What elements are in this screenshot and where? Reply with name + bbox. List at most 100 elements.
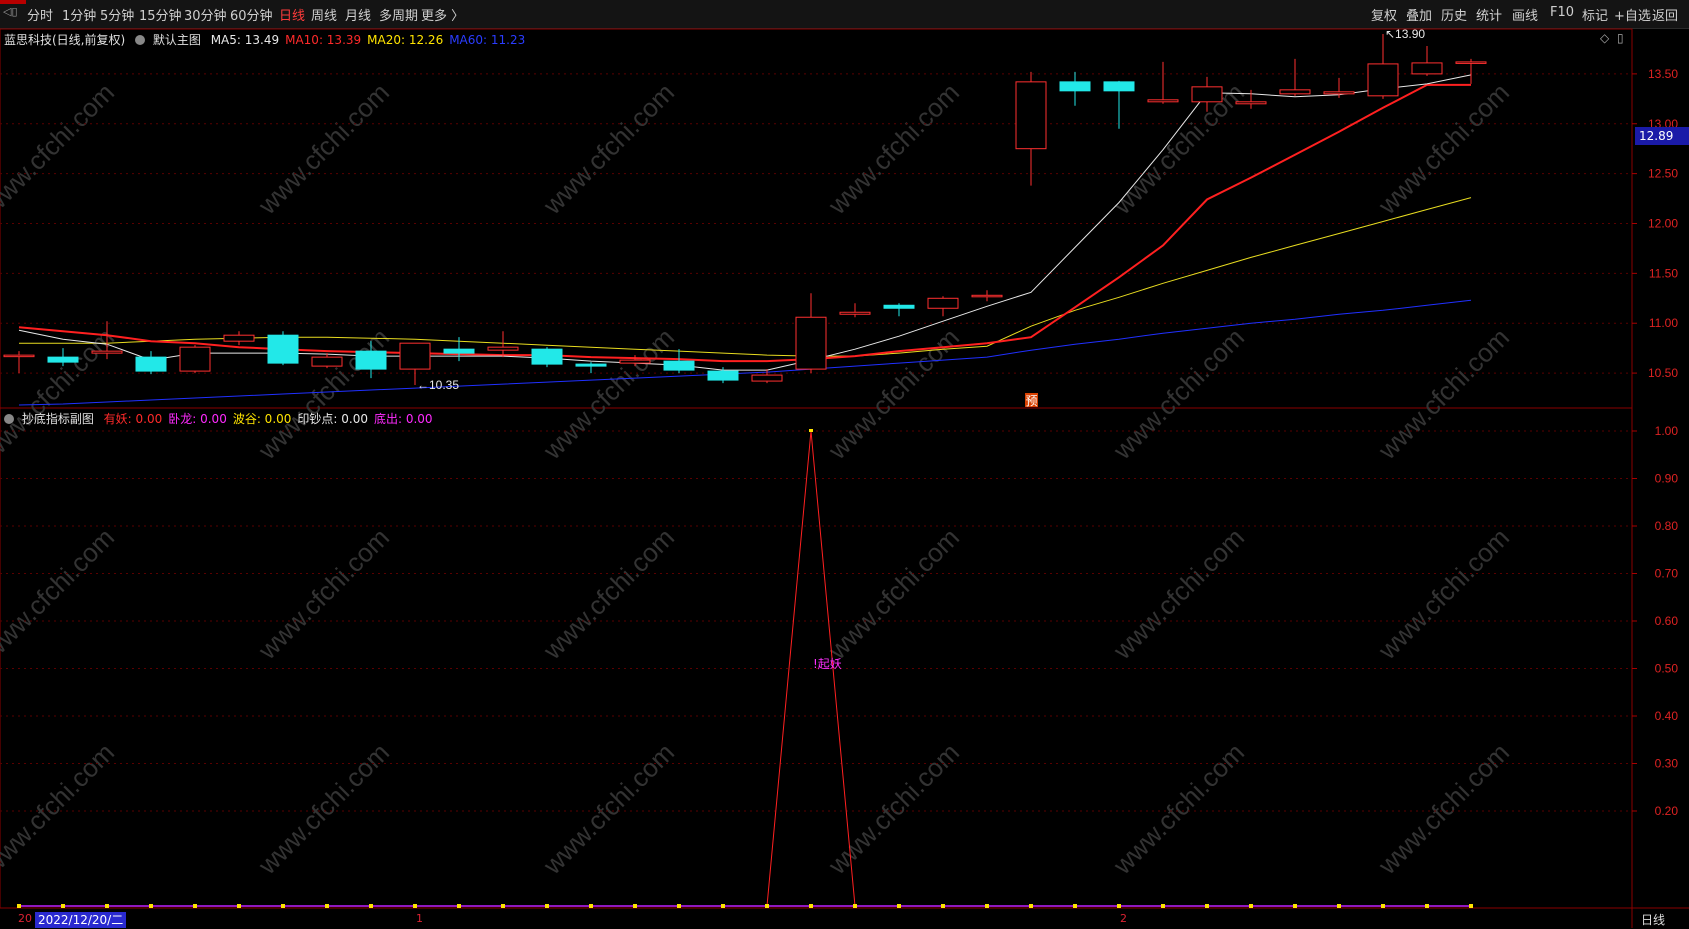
candle-body [311,356,343,367]
indicator-point [1425,904,1429,908]
watermark-text: www.cfchi.com [1372,77,1515,220]
watermark-text: www.cfchi.com [1372,737,1515,880]
candle-body [575,363,607,367]
candle-body [883,304,915,309]
collapse-icon[interactable] [135,35,146,45]
candle-body [135,356,167,372]
candle-body [267,334,299,364]
sub-legend: 抄底指标副图 有妖: 0.00 卧龙: 0.00 波谷: 0.00 印钞点: 0.00… [4,410,433,427]
watermark-text: www.cfchi.com [252,522,395,665]
indicator-point [545,904,549,908]
chart-name[interactable]: 默认主图 [153,33,201,47]
y-axis-tick-label: 13.50 [1648,67,1678,81]
watermark-text: www.cfchi.com [0,522,120,665]
indicator-value: 波谷: 0.00 [232,412,292,426]
indicator-point [105,904,109,908]
indicator-value: 底出: 0.00 [373,412,433,426]
indicator-point [1381,904,1385,908]
candle-body [355,350,387,370]
indicator-name[interactable]: 抄底指标副图 [22,412,94,426]
ma-legend: MA5: 13.49 MA10: 13.39 MA20: 12.26 MA60: 11… [205,33,526,47]
cursor-date: 2022/12/20/二 [35,912,127,928]
indicator-point [1029,904,1033,908]
indicator-point [281,904,285,908]
collapse-icon[interactable] [4,414,14,424]
y-axis-tick-label: 0.60 [1655,614,1679,628]
indicator-value: 印钞点: 0.00 [297,412,368,426]
indicator-point [325,904,329,908]
watermark-text: www.cfchi.com [1372,322,1515,465]
stock-title[interactable]: 蓝思科技(日线,前复权) [4,33,125,47]
y-axis-tick-label: 1.00 [1655,424,1679,438]
x-axis-month-mark: 1 [416,912,423,925]
candle-body [179,346,211,372]
candle-body [839,311,871,315]
forecast-marker: 预 [1025,394,1037,408]
indicator-point [897,904,901,908]
candle-body [1323,91,1355,95]
diamond-icon[interactable]: ◇ [1600,31,1609,45]
candle-body [91,350,123,354]
y-axis-tick-label: 0.50 [1655,662,1679,676]
candle-body [795,316,827,370]
candle-body [47,356,79,363]
indicator-point [237,904,241,908]
x-axis-first-label: 20 [18,912,32,925]
indicator-value: 有妖: 0.00 [103,412,163,426]
watermark-text: www.cfchi.com [822,522,965,665]
indicator-point [457,904,461,908]
indicator-point [1293,904,1297,908]
indicator-point [941,904,945,908]
y-axis-tick-label: 0.30 [1655,757,1679,771]
indicator-point [413,904,417,908]
y-axis-tick-label: 11.50 [1649,266,1678,280]
watermark-text: www.cfchi.com [1372,522,1515,665]
indicator-point [1205,904,1209,908]
indicator-point [589,904,593,908]
watermark-text: www.cfchi.com [822,77,965,220]
candle-body [399,342,431,370]
indicator-point [61,904,65,908]
watermark-text: www.cfchi.com [537,522,680,665]
candle-body [1455,61,1487,64]
watermark-text: www.cfchi.com [822,737,965,880]
y-axis-tick-label: 11.00 [1649,316,1678,330]
ma-line-ma5 [18,74,1472,371]
indicator-values: 有妖: 0.00 卧龙: 0.00 波谷: 0.00 印钞点: 0.00 底出: 0.0… [98,412,433,426]
watermark-text: www.cfchi.com [537,77,680,220]
candle-body [1147,99,1179,103]
candle-body [1059,81,1091,92]
indicator-point [1073,904,1077,908]
candle-body [487,346,519,351]
indicator-point [1337,904,1341,908]
candle-body [1411,62,1443,75]
period-label[interactable]: 日线 [1641,911,1665,928]
ma-line-ma20 [19,197,1472,357]
ma-value: MA10: 13.39 [285,33,362,47]
y-axis-tick-label: 10.50 [1648,366,1678,380]
window-restore-icon[interactable]: ▯ [1617,31,1624,45]
indicator-point [17,904,21,908]
candle-body [443,348,475,354]
candle-body [927,297,959,309]
watermark-text: www.cfchi.com [252,77,395,220]
y-axis-tick-label: 0.20 [1655,804,1679,818]
indicator-peak-point [809,429,813,432]
indicator-point [721,904,725,908]
y-axis-tick-label: 12.00 [1648,216,1678,230]
watermark-text: www.cfchi.com [0,77,120,220]
candle-body [531,348,563,365]
indicator-point [1117,904,1121,908]
indicator-point [501,904,505,908]
candle-body [3,354,35,358]
watermark-text: www.cfchi.com [1107,322,1250,465]
candle-body [663,360,695,371]
indicator-point [633,904,637,908]
candle-body [223,334,255,342]
main-legend: 蓝思科技(日线,前复权) 默认主图 MA5: 13.49 MA10: 13.39 M… [4,31,525,48]
y-axis-tick-label: 0.90 [1655,472,1679,486]
ma-value: MA60: 11.23 [449,33,526,47]
chart-canvas[interactable]: www.cfchi.com www.cfchi.com www.cfchi.com w… [0,0,1689,929]
candle-body [1235,101,1267,105]
candle-body [751,374,783,382]
